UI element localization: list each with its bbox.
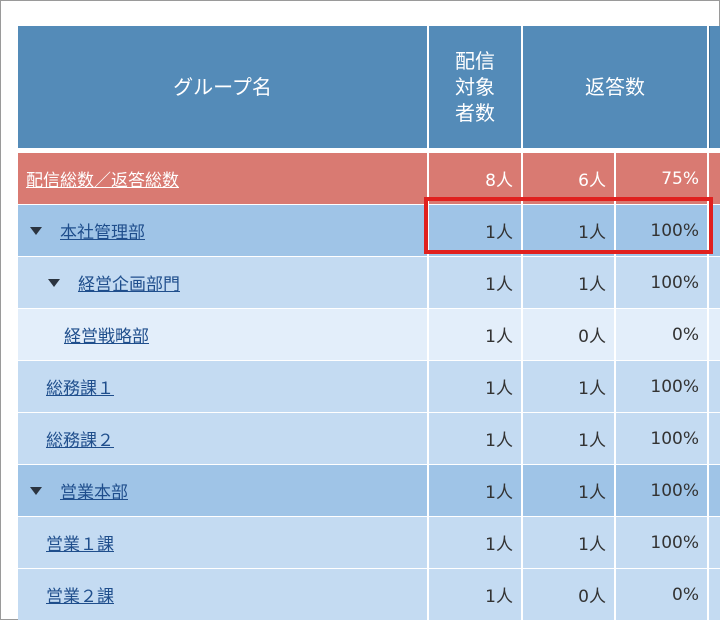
table-row: 経営戦略部 1人 0人 0% <box>18 309 720 361</box>
table-row: 営業２課 1人 0人 0% <box>18 569 720 621</box>
recipients-cell: 1人 <box>429 205 523 256</box>
triangle-down-icon[interactable] <box>48 278 60 287</box>
table-row: 営業本部 1人 1人 100% <box>18 465 720 517</box>
rate-cell: 100% <box>616 205 709 256</box>
total-recipients: 8人 <box>429 153 523 204</box>
screenshot-frame: グループ名 配信 対象 者数 返答数 配信総数／返答総数 8人 6人 75% 本社管… <box>0 0 720 621</box>
responses-cell: 0人 <box>523 569 616 620</box>
responses-cell: 1人 <box>523 517 616 568</box>
extra-cell <box>709 257 720 308</box>
group-name-cell: 営業本部 <box>18 465 429 516</box>
total-name-cell: 配信総数／返答総数 <box>18 153 429 204</box>
group-link-eigyo-1[interactable]: 営業１課 <box>46 530 114 555</box>
responses-cell: 1人 <box>523 361 616 412</box>
rate-cell: 0% <box>616 569 709 620</box>
group-link-eigyo-2[interactable]: 営業２課 <box>46 582 114 607</box>
group-name-cell: 営業２課 <box>18 569 429 620</box>
group-name-cell: 本社管理部 <box>18 205 429 256</box>
group-link-somu-1[interactable]: 総務課１ <box>46 374 114 399</box>
total-rate: 75% <box>616 153 709 204</box>
extra-cell <box>709 517 720 568</box>
extra-cell <box>709 569 720 620</box>
recipients-cell: 1人 <box>429 569 523 620</box>
group-name-cell: 総務課１ <box>18 361 429 412</box>
rate-cell: 100% <box>616 257 709 308</box>
total-row: 配信総数／返答総数 8人 6人 75% <box>18 153 720 205</box>
recipients-cell: 1人 <box>429 413 523 464</box>
total-link[interactable]: 配信総数／返答総数 <box>26 166 179 191</box>
recipients-cell: 1人 <box>429 361 523 412</box>
header-group-name: グループ名 <box>18 26 429 148</box>
extra-cell <box>709 465 720 516</box>
header-recipients-line: 者数 <box>455 101 495 125</box>
response-summary-table: グループ名 配信 対象 者数 返答数 配信総数／返答総数 8人 6人 75% 本社管… <box>18 26 720 621</box>
extra-cell <box>709 413 720 464</box>
group-name-cell: 営業１課 <box>18 517 429 568</box>
responses-cell: 1人 <box>523 465 616 516</box>
extra-cell <box>709 309 720 360</box>
group-link-keiei-kikaku[interactable]: 経営企画部門 <box>78 270 180 295</box>
recipients-cell: 1人 <box>429 517 523 568</box>
recipients-cell: 1人 <box>429 309 523 360</box>
total-responses: 6人 <box>523 153 616 204</box>
group-link-honsha-kanribu[interactable]: 本社管理部 <box>60 218 145 243</box>
total-extra-cell <box>709 153 720 204</box>
triangle-down-icon[interactable] <box>30 486 42 495</box>
responses-cell: 1人 <box>523 205 616 256</box>
rate-cell: 100% <box>616 517 709 568</box>
header-recipients: 配信 対象 者数 <box>429 26 523 148</box>
table-row: 営業１課 1人 1人 100% <box>18 517 720 569</box>
group-link-eigyo-honbu[interactable]: 営業本部 <box>60 478 128 503</box>
group-link-keiei-senryaku[interactable]: 経営戦略部 <box>64 322 149 347</box>
group-name-cell: 総務課２ <box>18 413 429 464</box>
extra-cell <box>709 361 720 412</box>
rate-cell: 0% <box>616 309 709 360</box>
rate-cell: 100% <box>616 361 709 412</box>
responses-cell: 1人 <box>523 413 616 464</box>
table-row: 経営企画部門 1人 1人 100% <box>18 257 720 309</box>
header-recipients-line: 配信 <box>455 49 495 73</box>
extra-cell <box>709 205 720 256</box>
header-next-column-edge <box>709 26 720 148</box>
header-recipients-line: 対象 <box>455 75 495 99</box>
table-row: 総務課２ 1人 1人 100% <box>18 413 720 465</box>
triangle-down-icon[interactable] <box>30 226 42 235</box>
table-header: グループ名 配信 対象 者数 返答数 <box>18 26 720 148</box>
group-name-cell: 経営戦略部 <box>18 309 429 360</box>
group-name-cell: 経営企画部門 <box>18 257 429 308</box>
recipients-cell: 1人 <box>429 257 523 308</box>
responses-cell: 1人 <box>523 257 616 308</box>
recipients-cell: 1人 <box>429 465 523 516</box>
table-row: 本社管理部 1人 1人 100% <box>18 205 720 257</box>
header-recipients-label: 配信 対象 者数 <box>455 48 495 126</box>
responses-cell: 0人 <box>523 309 616 360</box>
rate-cell: 100% <box>616 465 709 516</box>
group-link-somu-2[interactable]: 総務課２ <box>46 426 114 451</box>
table-row: 総務課１ 1人 1人 100% <box>18 361 720 413</box>
header-responses: 返答数 <box>523 26 709 148</box>
rate-cell: 100% <box>616 413 709 464</box>
